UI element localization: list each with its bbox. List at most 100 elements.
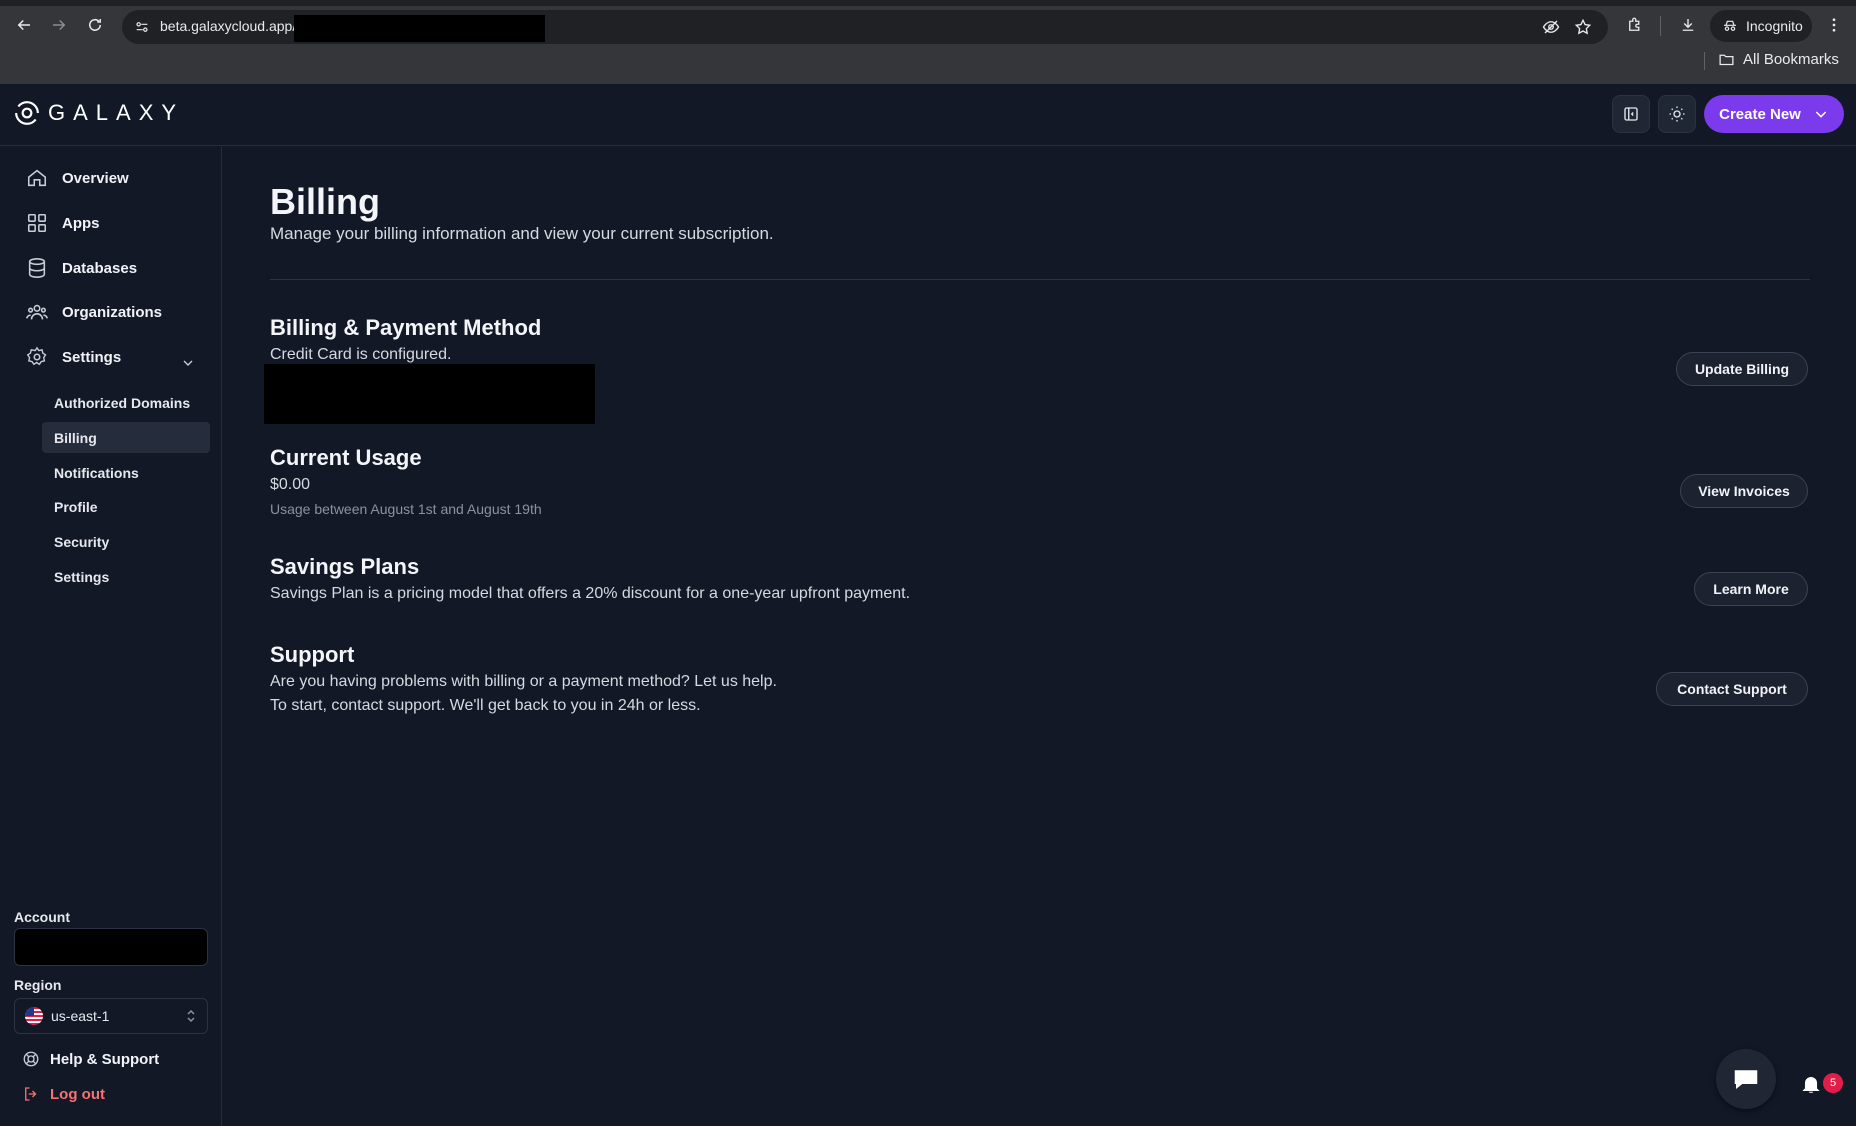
incognito-indicator[interactable]: Incognito — [1710, 10, 1812, 42]
create-new-button[interactable]: Create New — [1704, 95, 1844, 133]
downloads-button[interactable] — [1672, 9, 1704, 41]
sidebar-subitem-authorized-domains[interactable]: Authorized Domains — [42, 387, 210, 418]
support-title: Support — [270, 642, 355, 667]
gear-icon — [26, 346, 47, 366]
sidebar-subitem-settings[interactable]: Settings — [42, 561, 210, 592]
billing-method-status: Credit Card is configured. — [270, 346, 452, 363]
logo-text: GALAXY — [48, 100, 185, 125]
extensions-button[interactable] — [1619, 9, 1651, 41]
folder-icon — [1719, 54, 1734, 66]
sidebar-item-organizations[interactable]: Organizations — [26, 297, 162, 327]
region-selector[interactable]: us-east-1 — [14, 998, 208, 1034]
kebab-menu-icon — [1832, 18, 1836, 32]
theme-toggle-button[interactable] — [1658, 95, 1696, 133]
sidebar-item-label: Databases — [62, 259, 138, 277]
sidebar-item-overview[interactable]: Overview — [26, 163, 129, 193]
arrow-left-icon — [17, 19, 30, 31]
account-label: Account — [14, 909, 70, 925]
region-value: us-east-1 — [51, 1008, 110, 1024]
current-usage-title: Current Usage — [270, 445, 422, 470]
chat-widget-button[interactable] — [1716, 1049, 1776, 1109]
redacted-url — [294, 15, 545, 42]
bookmarks-divider — [1704, 52, 1705, 70]
forward-button[interactable] — [43, 9, 75, 41]
page-subtitle: Manage your billing information and view… — [270, 224, 774, 243]
savings-plans-text: Savings Plan is a pricing model that off… — [270, 585, 911, 602]
sidebar-item-apps[interactable]: Apps — [26, 208, 100, 238]
up-down-caret-icon — [187, 1009, 195, 1023]
reload-icon — [89, 18, 101, 31]
main-content: Billing Manage your billing information … — [223, 147, 1856, 1126]
incognito-label: Incognito — [1746, 18, 1803, 34]
grid-icon — [27, 213, 47, 233]
all-bookmarks-label: All Bookmarks — [1743, 51, 1839, 68]
sidebar-subitem-label: Billing — [54, 429, 97, 446]
notification-count-badge: 5 — [1823, 1073, 1843, 1093]
current-usage-amount: $0.00 — [270, 476, 311, 493]
region-label: Region — [14, 977, 62, 993]
sidebar-item-label: Overview — [62, 169, 129, 187]
sidebar-item-label: Settings — [62, 348, 122, 366]
eye-off-icon[interactable] — [1540, 16, 1562, 38]
sun-icon — [1669, 106, 1685, 122]
chevron-down-icon — [1815, 111, 1827, 118]
sidebar-subitem-profile[interactable]: Profile — [42, 491, 210, 522]
sidebar-item-databases[interactable]: Databases — [26, 253, 137, 283]
contact-support-label: Contact Support — [1677, 681, 1787, 697]
sidebar-toggle-icon — [1624, 107, 1638, 121]
logout-label: Log out — [50, 1085, 105, 1103]
sidebar-subitem-label: Notifications — [54, 464, 139, 481]
us-flag-icon — [25, 1007, 43, 1025]
sidebar-item-label: Organizations — [62, 303, 163, 321]
arrow-right-icon — [53, 19, 66, 31]
address-bar[interactable]: beta.galaxycloud.app/ — [122, 10, 1608, 44]
bell-icon[interactable] — [1800, 1073, 1822, 1095]
help-support-label: Help & Support — [50, 1050, 160, 1068]
galaxy-logo-icon — [15, 101, 39, 125]
help-support-link[interactable]: Help & Support — [22, 1050, 159, 1068]
redacted-card-info — [264, 364, 595, 424]
app-header: GALAXY Create New — [0, 84, 1856, 146]
home-icon — [27, 169, 47, 187]
logout-link[interactable]: Log out — [22, 1085, 105, 1103]
browser-menu-button[interactable] — [1818, 9, 1850, 41]
users-icon — [26, 304, 48, 320]
browser-chrome: beta.galaxycloud.app/ Incognito All Book… — [0, 0, 1856, 84]
page-title: Billing — [270, 181, 380, 222]
sidebar-subitem-notifications[interactable]: Notifications — [42, 457, 210, 488]
usage-period: Usage between August 1st and August 19th — [270, 501, 542, 517]
url-text: beta.galaxycloud.app/ — [160, 18, 297, 34]
reload-button[interactable] — [79, 9, 111, 41]
support-line-2: To start, contact support. We'll get bac… — [270, 697, 701, 714]
section-divider — [270, 279, 1810, 280]
sidebar-subitem-label: Authorized Domains — [54, 394, 191, 411]
update-billing-label: Update Billing — [1694, 361, 1790, 377]
all-bookmarks-button[interactable]: All Bookmarks — [1718, 51, 1839, 68]
sidebar-item-settings[interactable]: Settings — [26, 342, 121, 372]
view-invoices-label: View Invoices — [1698, 483, 1790, 499]
learn-more-button[interactable]: Learn More — [1694, 572, 1808, 606]
view-invoices-button[interactable]: View Invoices — [1680, 474, 1808, 508]
chat-bubble-icon — [1734, 1070, 1758, 1089]
billing-method-title: Billing & Payment Method — [270, 315, 542, 340]
sidebar-subitem-security[interactable]: Security — [42, 526, 210, 557]
sidebar-subitem-billing[interactable]: Billing — [42, 422, 210, 453]
bookmark-star-icon[interactable] — [1572, 16, 1594, 38]
back-button[interactable] — [8, 9, 40, 41]
create-new-label: Create New — [1719, 105, 1801, 123]
tab-strip — [0, 0, 1856, 6]
database-icon — [28, 258, 46, 278]
contact-support-button[interactable]: Contact Support — [1656, 672, 1808, 706]
toggle-sidebar-button[interactable] — [1612, 95, 1650, 133]
account-selector[interactable] — [14, 928, 208, 966]
sidebar-subitem-label: Profile — [54, 498, 98, 515]
sidebar-subitem-label: Security — [54, 533, 110, 550]
support-line-1: Are you having problems with billing or … — [270, 673, 777, 690]
learn-more-label: Learn More — [1713, 581, 1789, 597]
logout-icon — [25, 1087, 37, 1101]
site-info-icon[interactable] — [130, 15, 154, 39]
update-billing-button[interactable]: Update Billing — [1676, 352, 1808, 386]
chevron-down-icon[interactable] — [180, 355, 196, 371]
sidebar-item-label: Apps — [62, 214, 100, 232]
galaxy-logo[interactable]: GALAXY — [14, 100, 184, 126]
